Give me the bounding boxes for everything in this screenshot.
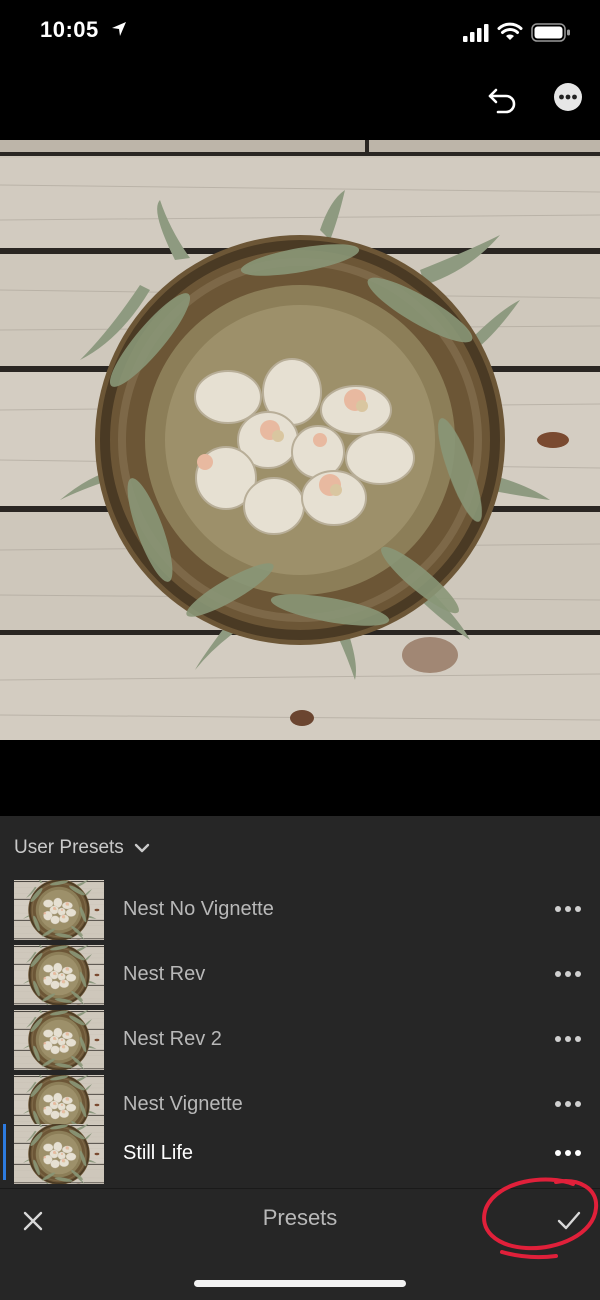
preset-more-icon[interactable] [554, 904, 582, 914]
more-options-icon[interactable] [552, 81, 584, 113]
preset-item-nest-no-vignette[interactable]: Nest No Vignette [0, 880, 600, 942]
preset-item-still-life[interactable]: Still Life [0, 1120, 600, 1182]
status-bar: 10:05 [0, 0, 600, 66]
status-time: 10:05 [40, 17, 99, 42]
preset-label: Nest No Vignette [123, 898, 274, 920]
preset-group-selector[interactable]: User Presets [14, 836, 150, 860]
location-arrow-icon [112, 22, 126, 36]
wifi-icon [497, 22, 523, 40]
bottom-bar-title: Presets [262, 1205, 338, 1230]
preset-more-icon[interactable] [554, 1148, 582, 1158]
chevron-down-icon [134, 843, 150, 853]
checkmark-icon[interactable] [556, 1209, 582, 1233]
preset-label: Nest Vignette [123, 1093, 243, 1115]
preset-group-label: User Presets [14, 837, 124, 858]
preset-item-nest-rev[interactable]: Nest Rev [0, 945, 600, 1007]
preset-label: Nest Rev 2 [123, 1028, 222, 1050]
preset-more-icon[interactable] [554, 1034, 582, 1044]
battery-icon [531, 23, 570, 42]
photo-preview[interactable] [0, 140, 600, 740]
preset-thumbnail [14, 880, 104, 940]
bottom-bar: Presets [0, 1188, 600, 1300]
preset-thumbnail [14, 1010, 104, 1070]
preset-label: Still Life [123, 1142, 194, 1164]
cellular-signal-icon [463, 24, 489, 42]
top-toolbar [0, 66, 600, 140]
preset-item-nest-rev-2[interactable]: Nest Rev 2 [0, 1010, 600, 1072]
presets-panel: User Presets Nest No Vignette Nest Rev N… [0, 816, 600, 1188]
preset-label: Nest Rev [123, 963, 206, 985]
preset-thumbnail [14, 945, 104, 1005]
home-indicator [194, 1280, 406, 1287]
preset-thumbnail [14, 1124, 104, 1184]
preset-more-icon[interactable] [554, 1099, 582, 1109]
undo-icon[interactable] [486, 81, 520, 115]
nest-photo [0, 140, 600, 740]
selection-indicator [3, 1124, 6, 1180]
preset-more-icon[interactable] [554, 969, 582, 979]
